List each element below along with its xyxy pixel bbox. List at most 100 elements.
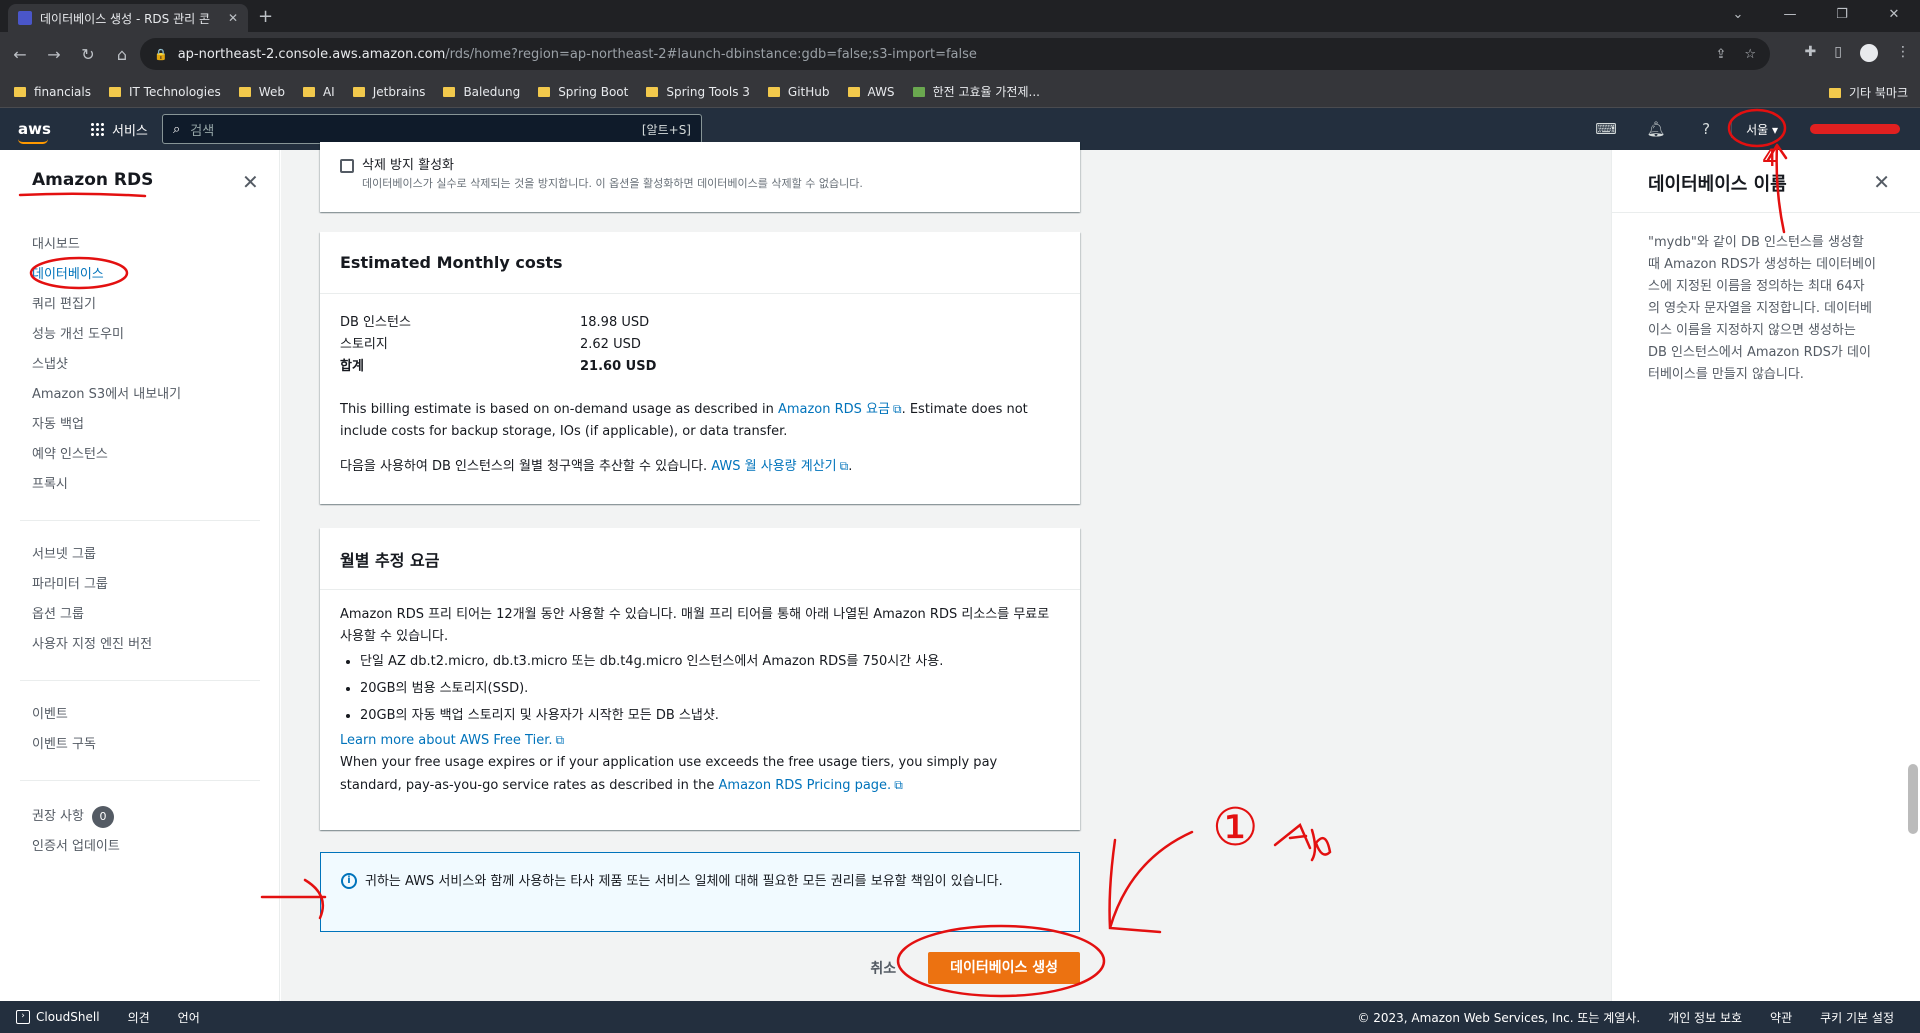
help-panel-body: "mydb"와 같이 DB 인스턴스를 생성할 때 Amazon RDS가 생성… [1648,235,1876,382]
terminal-icon: › [16,1010,30,1024]
cloudshell-icon[interactable]: ⌨ [1581,120,1631,138]
browser-menu-icon[interactable]: ⋮ [1896,44,1910,62]
window-controls: ⌄ — ❐ ✕ [1712,0,1920,32]
main-content: 삭제 방지 활성화 데이터베이스가 실수로 삭제되는 것을 방지합니다. 이 옵… [281,142,1611,1001]
rds-pricing-link[interactable]: Amazon RDS 요금 [778,402,890,417]
free-tier-intro: Amazon RDS 프리 티어는 12개월 동안 사용할 수 있습니다. 매월… [340,607,1050,644]
bookmark-item[interactable]: Jetbrains [352,85,425,99]
nav-item-recommendations[interactable]: 권장 사항 0 [32,802,120,832]
share-icon[interactable]: ⇪ [1715,47,1726,62]
billing-estimate-note: This billing estimate is based on on-dem… [340,398,1060,443]
rds-side-navigation: Amazon RDS ✕ 대시보드 데이터베이스 쿼리 편집기 성능 개선 도우… [0,150,280,1001]
bookmark-item[interactable]: Spring Tools 3 [646,85,750,99]
bookmark-item[interactable]: GitHub [767,85,830,99]
extensions-icon[interactable]: ✚ [1805,44,1817,62]
sidenav-title[interactable]: Amazon RDS [32,170,153,190]
nav-divider [20,520,260,521]
cost-row-total: 합계 21.60 USD [340,359,657,374]
deletion-protection-checkbox[interactable] [340,158,354,173]
aws-calculator-link[interactable]: AWS 월 사용량 계산기 [711,459,836,474]
info-alert-text: 귀하는 AWS 서비스와 함께 사용하는 타사 제품 또는 서비스 일체에 대해… [365,874,1003,889]
nav-item-option-groups[interactable]: 옵션 그룹 [32,600,152,630]
language-link[interactable]: 언어 [178,1009,200,1026]
new-tab-icon[interactable]: + [258,6,273,27]
nav-item-snapshots[interactable]: 스냅샷 [32,350,181,380]
account-menu-redacted[interactable] [1810,124,1900,134]
nav-item-parameter-groups[interactable]: 파라미터 그룹 [32,570,152,600]
forward-icon[interactable]: → [40,45,68,64]
free-tier-list: 단일 AZ db.t2.micro, db.t3.micro 또는 db.t4g… [340,648,1060,729]
reload-icon[interactable]: ↻ [74,45,102,64]
back-icon[interactable]: ← [6,45,34,64]
bookmark-item[interactable]: Spring Boot [538,85,628,99]
minimize-icon[interactable]: — [1764,0,1816,32]
close-window-icon[interactable]: ✕ [1868,0,1920,32]
folder-icon [14,86,26,97]
nav-item-events[interactable]: 이벤트 [32,700,96,730]
page-scrollbar[interactable] [1908,764,1918,834]
copyright-text: © 2023, Amazon Web Services, Inc. 또는 계열사… [1357,1010,1641,1025]
restore-icon[interactable]: ❐ [1816,0,1868,32]
region-selector[interactable]: 서울 ▾ [1731,120,1800,138]
bookmark-item[interactable]: IT Technologies [109,85,221,99]
bookmark-star-icon[interactable]: ☆ [1744,47,1756,62]
folder-icon [538,86,551,97]
nav-item-performance-insights[interactable]: 성능 개선 도우미 [32,320,181,350]
close-sidenav-icon[interactable]: ✕ [242,170,259,194]
cloudshell-footer-button[interactable]: › CloudShell [16,1010,100,1024]
nav-item-reserved-instances[interactable]: 예약 인스턴스 [32,440,181,470]
terms-link[interactable]: 약관 [1770,1009,1792,1026]
close-tab-icon[interactable]: ✕ [228,11,238,25]
nav-item-custom-engine-versions[interactable]: 사용자 지정 엔진 버전 [32,630,152,660]
nav-group-main: 대시보드 데이터베이스 쿼리 편집기 성능 개선 도우미 스냅샷 Amazon … [32,230,181,500]
nav-group-config: 서브넷 그룹 파라미터 그룹 옵션 그룹 사용자 지정 엔진 버전 [32,540,152,660]
create-database-button[interactable]: 데이터베이스 생성 [928,952,1080,984]
nav-item-certificate-update[interactable]: 인증서 업데이트 [32,832,120,862]
url-path: /rds/home?region=ap-northeast-2#launch-d… [445,46,977,62]
bookmark-item[interactable]: AWS [847,85,895,99]
nav-item-databases[interactable]: 데이터베이스 [32,260,181,290]
nav-item-query-editor[interactable]: 쿼리 편집기 [32,290,181,320]
side-panel-icon[interactable]: ▯ [1834,44,1842,62]
aws-logo[interactable]: aws [18,120,58,144]
services-menu[interactable]: 서비스 [90,120,148,139]
rds-pricing-page-link[interactable]: Amazon RDS Pricing page. [719,778,892,793]
cookie-preferences-link[interactable]: 쿠키 기본 설정 [1820,1009,1894,1026]
bookmark-item[interactable]: AI [302,85,335,99]
browser-tabbar: 데이터베이스 생성 - RDS 관리 콘 ✕ + ⌄ — ❐ ✕ [0,0,1920,32]
browser-toolbar: ← → ↻ ⌂ 🔒 ap-northeast-2.console.aws.ama… [0,32,1920,76]
free-tier-learn-more-link[interactable]: Learn more about AWS Free Tier. [340,733,553,748]
tab-create-database[interactable]: 데이터베이스 생성 - RDS 관리 콘 ✕ [8,4,248,32]
address-bar[interactable]: 🔒 ap-northeast-2.console.aws.amazon.com /… [140,38,1770,70]
tab-search-icon[interactable]: ⌄ [1712,0,1764,32]
help-icon[interactable]: ? [1681,120,1731,138]
search-icon: ⌕ [173,121,181,137]
nav-item-event-subscriptions[interactable]: 이벤트 구독 [32,730,96,760]
console-search-input[interactable]: ⌕ 검색 [알트+S] [162,114,702,144]
list-item: 단일 AZ db.t2.micro, db.t3.micro 또는 db.t4g… [360,648,1060,675]
profile-avatar[interactable] [1860,44,1878,62]
console-footer: › CloudShell 의견 언어 © 2023, Amazon Web Ser… [0,1001,1920,1033]
bookmark-item[interactable]: financials [14,85,91,99]
bookmark-item[interactable]: Web [238,85,285,99]
feedback-link[interactable]: 의견 [128,1009,150,1026]
free-tier-outro: When your free usage expires or if your … [340,752,1060,797]
nav-item-s3-exports[interactable]: Amazon S3에서 내보내기 [32,380,181,410]
bookmark-item[interactable]: Baledung [443,85,520,99]
bookmark-item[interactable]: 한전 고효율 가전제... [912,83,1040,100]
privacy-link[interactable]: 개인 정보 보호 [1668,1009,1742,1026]
tab-title: 데이터베이스 생성 - RDS 관리 콘 [40,11,211,26]
bookmark-other[interactable]: 기타 북마크 [1828,84,1908,101]
folder-icon [1828,87,1841,98]
cost-row-storage: 스토리지 2.62 USD [340,337,641,352]
nav-item-subnet-groups[interactable]: 서브넷 그룹 [32,540,152,570]
notifications-bell-icon[interactable]: 🔔︎ [1631,120,1681,138]
nav-item-dashboard[interactable]: 대시보드 [32,230,181,260]
nav-item-automated-backups[interactable]: 자동 백업 [32,410,181,440]
close-help-panel-icon[interactable]: ✕ [1873,170,1890,194]
bookmarks-bar: financials IT Technologies Web AI Jetbra… [0,76,1920,108]
nav-item-proxies[interactable]: 프록시 [32,470,181,500]
cancel-button[interactable]: 취소 [870,958,896,978]
list-item: 20GB의 자동 백업 스토리지 및 사용자가 시작한 모든 DB 스냅샷. [360,702,1060,729]
home-icon[interactable]: ⌂ [108,45,136,64]
